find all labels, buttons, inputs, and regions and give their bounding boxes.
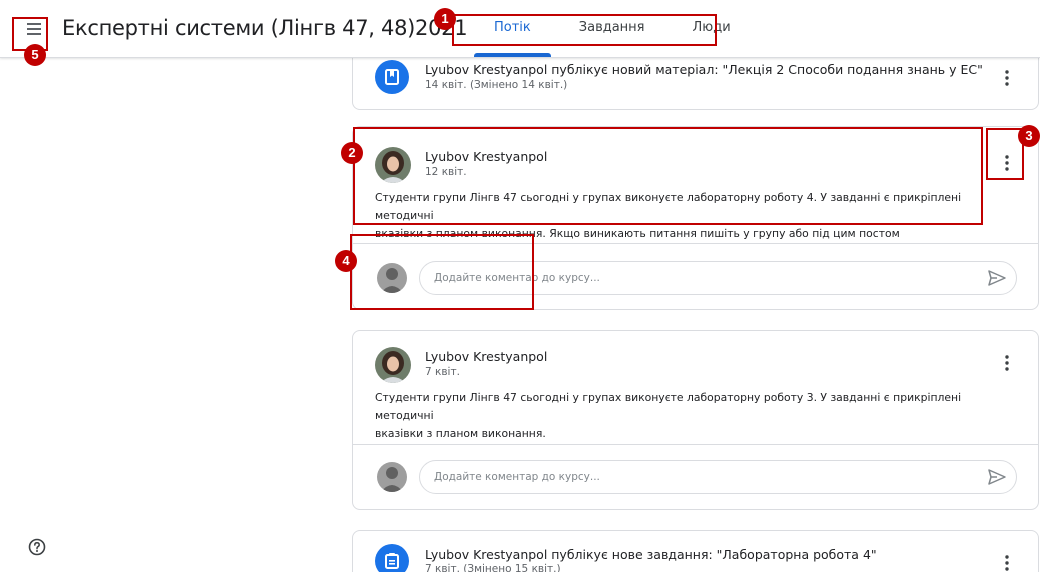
comment-input[interactable] bbox=[419, 261, 1017, 295]
assignment-title[interactable]: Lyubov Krestyanpol публікує нове завданн… bbox=[425, 547, 877, 562]
help-icon bbox=[28, 538, 46, 556]
main-menu-button[interactable] bbox=[22, 18, 52, 40]
post-date: 12 квіт. bbox=[425, 166, 467, 178]
send-comment-button[interactable] bbox=[987, 467, 1007, 487]
post-more-options-button[interactable] bbox=[995, 151, 1019, 175]
annotation-marker: 4 bbox=[335, 250, 357, 272]
send-icon bbox=[988, 469, 1006, 485]
annotation-marker: 3 bbox=[1018, 125, 1040, 147]
annotation-marker: 2 bbox=[341, 142, 363, 164]
more-vert-icon bbox=[1005, 355, 1009, 371]
post-body: Студенти групи Лінгв 47 сьогодні у група… bbox=[375, 189, 995, 243]
post-body-line: вказівки з планом виконання. bbox=[375, 427, 546, 440]
tab-people[interactable]: Люди bbox=[669, 14, 755, 44]
tab-classwork[interactable]: Завдання bbox=[555, 14, 669, 44]
divider bbox=[353, 444, 1038, 445]
course-title[interactable]: Експертні системи (Лінгв 47, 48)2021 bbox=[62, 16, 468, 40]
post-more-options-button[interactable] bbox=[995, 351, 1019, 375]
post-body-line: вказівки з планом виконання. Якщо виника… bbox=[375, 227, 900, 240]
material-title[interactable]: Lyubov Krestyanpol публікує новий матері… bbox=[425, 62, 983, 77]
assignment-more-options-button[interactable] bbox=[995, 551, 1019, 572]
course-tabs: Потік Завдання Люди bbox=[470, 14, 755, 57]
hamburger-menu-icon bbox=[27, 23, 41, 35]
avatar[interactable] bbox=[375, 347, 411, 383]
help-button[interactable] bbox=[28, 538, 46, 556]
material-book-icon bbox=[375, 60, 409, 94]
material-more-options-button[interactable] bbox=[995, 66, 1019, 90]
comment-avatar bbox=[377, 263, 407, 293]
post-author: Lyubov Krestyanpol bbox=[425, 349, 548, 364]
assignment-date: 7 квіт. (Змінено 15 квіт.) bbox=[425, 563, 561, 572]
top-app-bar: Експертні системи (Лінгв 47, 48)2021 Пот… bbox=[0, 0, 1040, 58]
comment-input[interactable] bbox=[419, 460, 1017, 494]
more-vert-icon bbox=[1005, 70, 1009, 86]
post-date: 7 квіт. bbox=[425, 366, 460, 378]
send-comment-button[interactable] bbox=[987, 268, 1007, 288]
assignment-announcement-card[interactable]: Lyubov Krestyanpol публікує нове завданн… bbox=[352, 530, 1039, 572]
annotation-marker: 5 bbox=[24, 44, 46, 66]
more-vert-icon bbox=[1005, 555, 1009, 571]
announcement-card: Lyubov Krestyanpol 7 квіт. Студенти груп… bbox=[352, 330, 1039, 510]
announcement-card: Lyubov Krestyanpol 12 квіт. Студенти гру… bbox=[352, 126, 1039, 310]
assignment-icon bbox=[375, 544, 409, 572]
avatar[interactable] bbox=[375, 147, 411, 183]
post-body-line: Студенти групи Лінгв 47 сьогодні у група… bbox=[375, 391, 962, 422]
send-icon bbox=[988, 270, 1006, 286]
annotation-marker: 1 bbox=[434, 8, 456, 30]
tab-stream[interactable]: Потік bbox=[470, 14, 555, 57]
post-body: Студенти групи Лінгв 47 сьогодні у група… bbox=[375, 389, 995, 443]
post-author: Lyubov Krestyanpol bbox=[425, 149, 548, 164]
divider bbox=[353, 243, 1038, 244]
comment-avatar bbox=[377, 462, 407, 492]
more-vert-icon bbox=[1005, 155, 1009, 171]
material-date: 14 квіт. (Змінено 14 квіт.) bbox=[425, 79, 568, 91]
post-body-line: Студенти групи Лінгв 47 сьогодні у група… bbox=[375, 191, 962, 222]
